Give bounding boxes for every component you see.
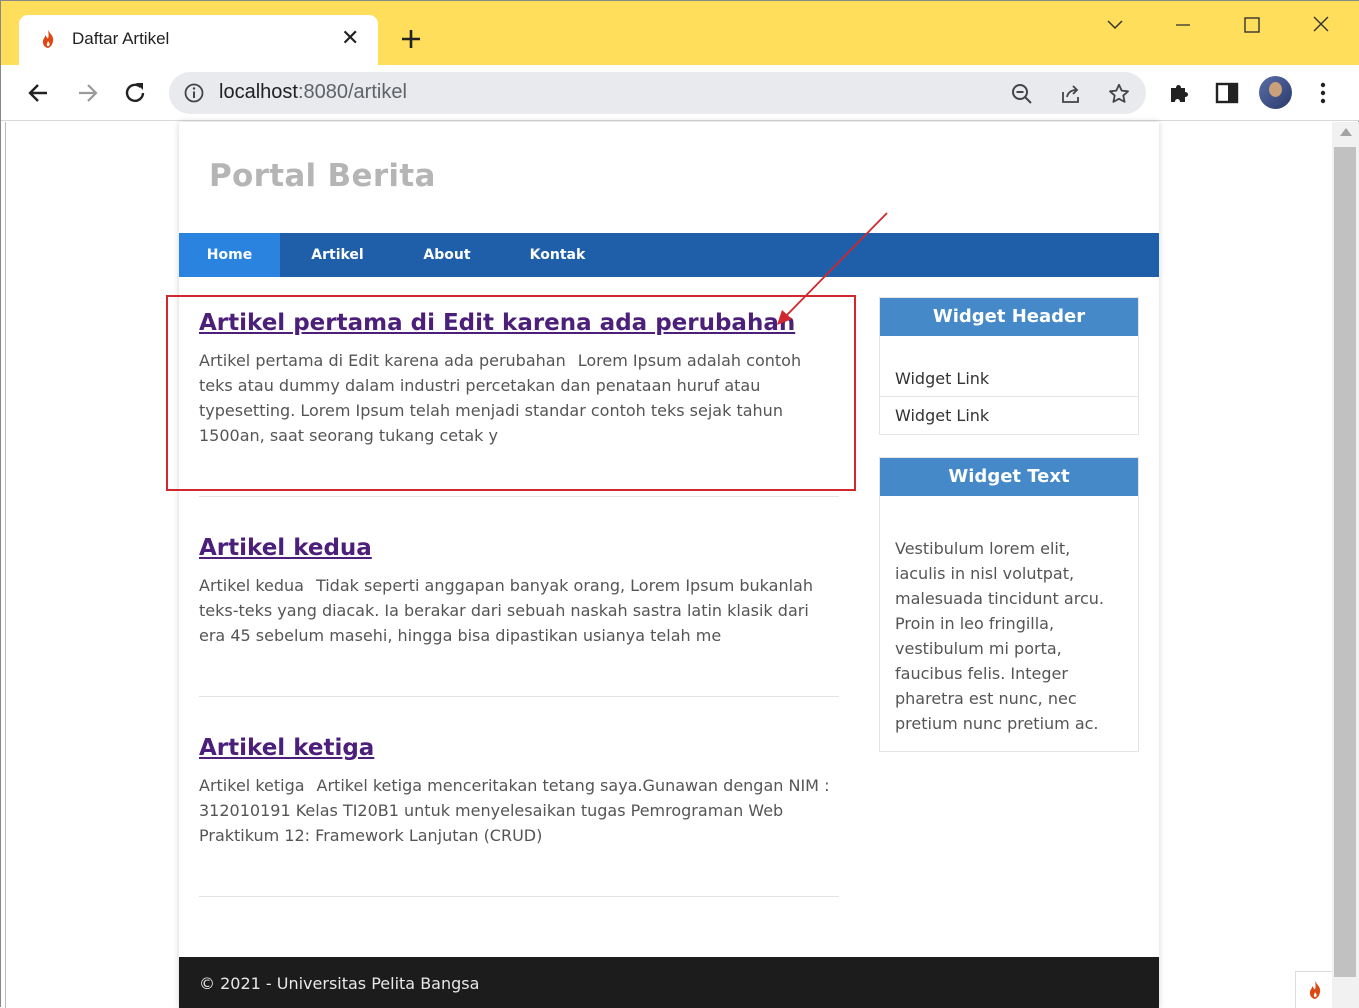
- url-text[interactable]: localhost:8080/artikel: [219, 81, 407, 104]
- browser-window: Daftar Artikel ✕ localhost:8080/artikel …: [0, 0, 1359, 1008]
- url-path: :8080/artikel: [297, 81, 407, 103]
- reload-icon[interactable]: [121, 79, 149, 107]
- widget-link[interactable]: Widget Link: [880, 397, 1138, 434]
- nav-about[interactable]: About: [395, 233, 499, 277]
- scroll-thumb[interactable]: [1334, 147, 1356, 977]
- article-title-link[interactable]: Artikel kedua: [199, 535, 839, 561]
- codeigniter-debug-toolbar-button[interactable]: [1295, 971, 1332, 1008]
- tab-daftar-artikel[interactable]: Daftar Artikel ✕: [19, 15, 378, 65]
- maximize-icon[interactable]: [1229, 11, 1275, 39]
- chevron-down-icon[interactable]: [1092, 11, 1138, 39]
- widget-links: Widget Header Widget Link Widget Link: [879, 297, 1139, 435]
- broken-image-alt: Artikel kedua: [199, 576, 304, 595]
- side-panel-icon[interactable]: [1213, 79, 1241, 107]
- star-icon[interactable]: [1107, 82, 1131, 106]
- puzzle-icon[interactable]: [1166, 79, 1194, 107]
- broken-image-alt: Artikel ketiga: [199, 776, 305, 795]
- avatar[interactable]: [1259, 76, 1292, 109]
- article-title-link[interactable]: Artikel ketiga: [199, 735, 839, 761]
- article-item: Artikel ketiga Artikel ketiga Artikel ket…: [199, 735, 839, 848]
- close-icon[interactable]: ✕: [341, 26, 359, 52]
- article-excerpt: Artikel kedua Tidak seperti anggapan bany…: [199, 573, 839, 648]
- info-icon[interactable]: [183, 82, 205, 104]
- main-nav: Home Artikel About Kontak: [179, 233, 1159, 277]
- annotation-highlight-box: [166, 295, 856, 491]
- article-divider: [199, 496, 839, 497]
- browser-toolbar: localhost:8080/artikel: [1, 65, 1359, 121]
- article-divider: [199, 696, 839, 697]
- widget-text: Widget Text Vestibulum lorem elit, iacul…: [879, 457, 1139, 752]
- tab-title: Daftar Artikel: [72, 29, 170, 48]
- nav-home[interactable]: Home: [179, 233, 280, 277]
- window-close-icon[interactable]: [1298, 11, 1344, 39]
- url-host: localhost: [219, 81, 298, 103]
- codeigniter-flame-icon: [1309, 981, 1321, 999]
- nav-artikel[interactable]: Artikel: [280, 233, 395, 277]
- page-container: Portal Berita Home Artikel About Kontak …: [179, 122, 1159, 1008]
- kebab-menu-icon[interactable]: [1309, 79, 1337, 107]
- widget-spacer: [880, 336, 1138, 360]
- article-excerpt: Artikel ketiga Artikel ketiga menceritaka…: [199, 773, 839, 848]
- scrollbar[interactable]: [1332, 122, 1359, 1008]
- zoom-out-icon[interactable]: [1010, 82, 1034, 106]
- scroll-up-arrow[interactable]: [1340, 128, 1352, 136]
- minimize-icon[interactable]: [1160, 11, 1206, 39]
- forward-arrow-icon[interactable]: [73, 79, 101, 107]
- widget-link[interactable]: Widget Link: [880, 360, 1138, 397]
- site-title: Portal Berita: [209, 158, 436, 194]
- share-icon[interactable]: [1059, 82, 1083, 106]
- article-item: Artikel kedua Artikel kedua Tidak seperti…: [199, 535, 839, 648]
- widget-text-body: Vestibulum lorem elit, iaculis in nisl v…: [895, 539, 1104, 733]
- site-footer: © 2021 - Universitas Pelita Bangsa: [179, 957, 1159, 1008]
- back-arrow-icon[interactable]: [25, 79, 53, 107]
- address-bar[interactable]: localhost:8080/artikel: [169, 72, 1146, 114]
- codeigniter-flame-icon: [42, 30, 54, 48]
- widget-header-title: Widget Header: [880, 298, 1138, 336]
- widget-text-title: Widget Text: [880, 458, 1138, 496]
- plus-icon[interactable]: [397, 25, 425, 53]
- article-divider: [199, 896, 839, 897]
- footer-copyright: © 2021 - Universitas Pelita Bangsa: [199, 974, 480, 993]
- tab-strip: Daftar Artikel ✕: [1, 1, 1359, 65]
- background-window-edge: [1, 122, 6, 1008]
- nav-kontak[interactable]: Kontak: [499, 233, 616, 277]
